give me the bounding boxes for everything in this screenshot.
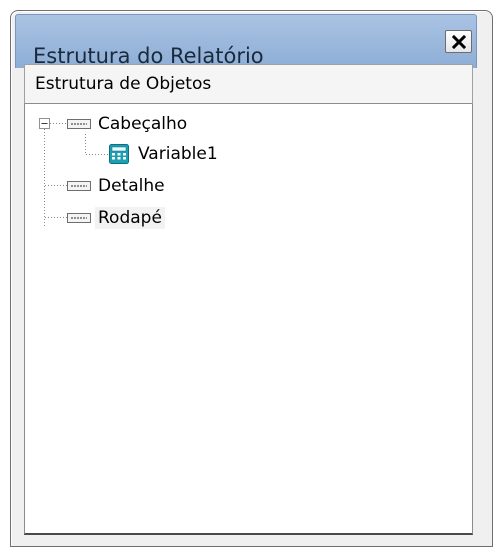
tree-node-label: Variable1	[138, 144, 218, 164]
title-bar[interactable]: Estrutura do Relatório	[15, 14, 477, 68]
tree-node-cabecalho[interactable]: Cabeçalho	[67, 112, 190, 136]
calculator-variable-icon	[109, 144, 129, 164]
tree-node-label: Rodapé	[95, 207, 165, 229]
close-icon	[451, 34, 466, 49]
tree-node-label: Cabeçalho	[98, 114, 188, 134]
tree-node-variable1[interactable]: Variable1	[109, 142, 221, 166]
tree-node-rodape[interactable]: Rodapé	[67, 206, 165, 230]
band-icon	[67, 119, 91, 129]
close-button[interactable]	[445, 30, 472, 53]
band-icon	[67, 181, 91, 191]
band-icon	[67, 213, 91, 223]
object-tree[interactable]: Cabeçalho Variable1 Detalhe Rodapé	[24, 104, 473, 535]
collapse-icon[interactable]	[39, 118, 50, 129]
tree-node-detalhe[interactable]: Detalhe	[67, 174, 168, 198]
tree-node-label: Detalhe	[98, 176, 165, 196]
panel-header-label: Estrutura de Objetos	[35, 74, 212, 94]
panel-header: Estrutura de Objetos	[24, 64, 473, 104]
